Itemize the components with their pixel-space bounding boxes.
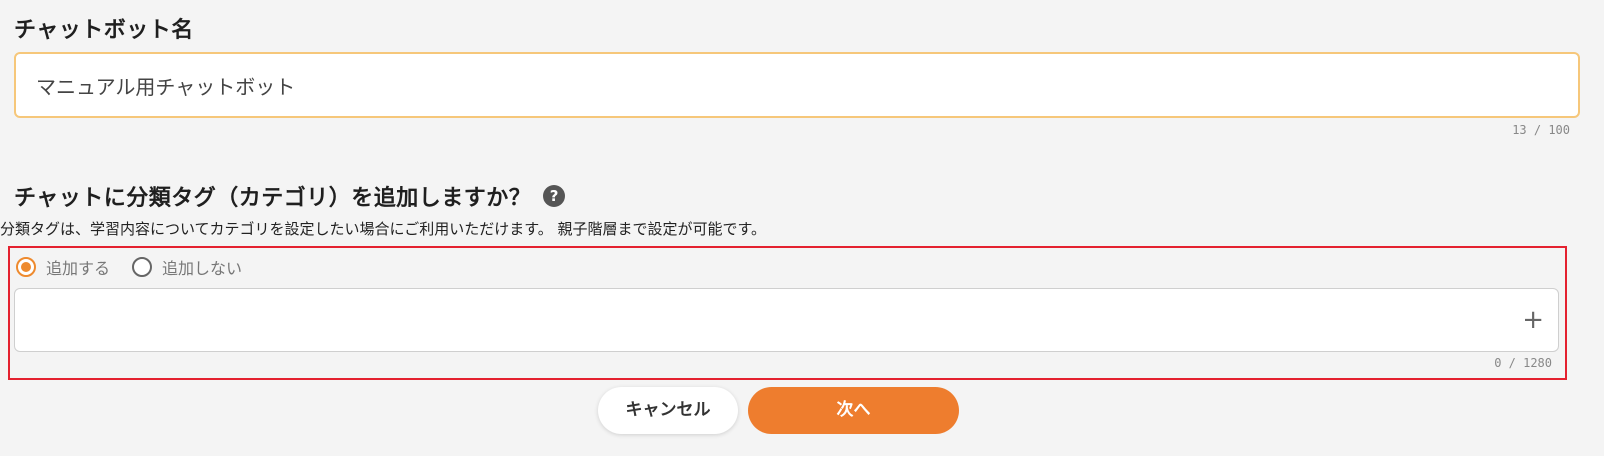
category-tag-description: 分類タグは、学習内容についてカテゴリを設定したい場合にご利用いただけます。 親子… [0, 220, 767, 238]
radio-not-add[interactable]: 追加しない [132, 255, 242, 279]
chatbot-settings-form: チャットボット名 13 / 100 チャットに分類タグ（カテゴリ）を追加しますか… [0, 0, 1604, 456]
radio-add[interactable]: 追加する [16, 255, 110, 279]
chatbot-name-label: チャットボット名 [14, 18, 194, 43]
cancel-button[interactable]: キャンセル [598, 387, 738, 434]
radio-not-add-label: 追加しない [162, 259, 243, 278]
chatbot-name-input[interactable] [14, 52, 1580, 118]
category-tag-question-text: チャットに分類タグ（カテゴリ）を追加しますか？ [14, 186, 532, 211]
category-tag-radio-group: 追加する 追加しない [16, 255, 264, 279]
category-tag-counter: 0 / 1280 [1494, 356, 1552, 370]
next-button[interactable]: 次へ [748, 387, 959, 434]
radio-not-add-button[interactable] [132, 257, 153, 277]
radio-add-button[interactable] [16, 257, 36, 277]
category-tag-input[interactable]: + [14, 288, 1559, 352]
chatbot-name-counter: 13 / 100 [1512, 123, 1570, 137]
help-icon[interactable]: ? [543, 185, 566, 207]
radio-add-label: 追加する [46, 259, 111, 278]
plus-icon[interactable]: + [1522, 307, 1544, 333]
category-tag-question: チャットに分類タグ（カテゴリ）を追加しますか？ ? [14, 180, 566, 212]
